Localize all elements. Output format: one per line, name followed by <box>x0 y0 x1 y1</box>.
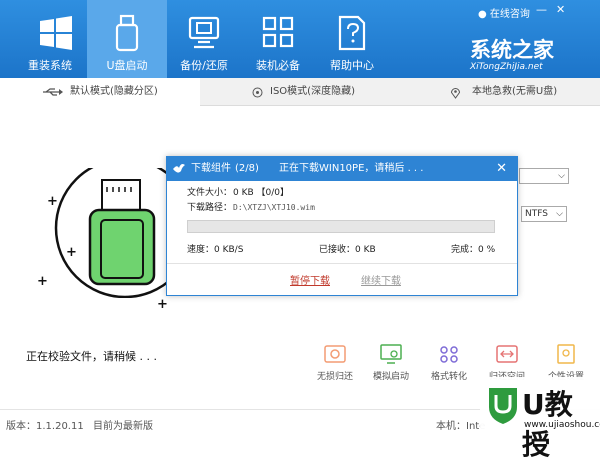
usb-drive-icon <box>115 14 139 52</box>
format-select[interactable]: NTFS ⌵ <box>521 206 567 222</box>
return-space-icon <box>496 345 518 363</box>
help-document-icon <box>338 15 366 51</box>
download-dialog: 下载组件 (2/8) 正在下载WIN10PE，请稍后 . . . ✕ 文件大小：… <box>166 156 518 296</box>
pause-download-button[interactable]: 暂停下载 <box>290 272 330 287</box>
backup-restore-icon <box>188 16 220 49</box>
watermark-url: www.ujiaoshou.com <box>524 420 600 430</box>
download-progress-bar <box>187 220 495 233</box>
action-format-convert[interactable]: 格式转化 <box>419 344 479 382</box>
tab-local-rescue[interactable]: 本地急救(无需U盘) <box>400 78 600 106</box>
chevron-down-icon: ⌵ <box>556 209 563 219</box>
version-text: 版本：1.1.20.11 <box>6 421 84 432</box>
watermark: U教授 www.ujiaoshou.com <box>480 377 600 461</box>
bird-icon <box>173 164 185 173</box>
window-controls: —✕ <box>536 3 574 16</box>
action-lossless-restore[interactable]: 无损归还 <box>305 344 365 382</box>
received-text: 已接收：0 KB <box>319 245 376 255</box>
nav-label: U盘启动 <box>106 59 148 72</box>
decor-plus: + <box>37 274 48 289</box>
nav-label: 备份/还原 <box>180 59 228 72</box>
nav-help-center[interactable]: 帮助中心 <box>312 0 392 78</box>
decor-plus: + <box>66 245 77 260</box>
nav-label: 重装系统 <box>28 59 72 72</box>
nav-install-essentials[interactable]: 装机必备 <box>238 0 318 78</box>
close-icon[interactable]: ✕ <box>556 3 574 16</box>
minimize-icon[interactable]: — <box>536 3 556 16</box>
latest-status: 目前为最新版 <box>93 421 153 432</box>
brand-url: XiTongZhiJia.net <box>470 62 543 72</box>
nav-reinstall-system[interactable]: 重装系统 <box>10 0 90 78</box>
speed-text: 速度：0 KB/S <box>187 245 244 255</box>
mode-tabs: 默认模式(隐藏分区) ISO模式(深度隐藏) 本地急救(无需U盘) <box>0 78 600 107</box>
simulate-boot-icon <box>380 344 402 364</box>
dialog-divider <box>167 263 517 264</box>
chevron-down-icon: ⌵ <box>558 171 565 181</box>
personal-settings-icon <box>557 344 575 364</box>
top-bar: 重装系统 U盘启动 备份/还原 装机必备 帮助中心 ● 在线咨询 —✕ 系统之家… <box>0 0 600 78</box>
nav-label: 装机必备 <box>256 59 300 72</box>
nav-backup-restore[interactable]: 备份/还原 <box>164 0 244 78</box>
decor-plus: + <box>47 194 58 209</box>
brand-logo-text: 系统之家 <box>470 38 554 62</box>
status-text: 正在校验文件，请稍候 . . . <box>26 350 157 363</box>
tab-iso-mode[interactable]: ISO模式(深度隐藏) <box>200 78 400 106</box>
disc-icon <box>252 87 263 98</box>
dialog-message: 正在下载WIN10PE，请稍后 . . . <box>279 163 424 174</box>
tab-default-mode[interactable]: 默认模式(隐藏分区) <box>0 78 200 107</box>
machine-info: 本机：Inte <box>436 421 486 432</box>
file-size-label: 文件大小： <box>187 188 233 198</box>
dialog-title: 下载组件 <box>191 163 231 174</box>
download-path-label: 下载路径： <box>187 203 233 213</box>
apps-grid-icon <box>262 16 294 48</box>
usb-device-select[interactable]: ⌵ <box>519 168 569 184</box>
watermark-logo-icon <box>489 388 517 424</box>
completed-text: 完成：0 % <box>451 245 496 255</box>
format-convert-icon <box>440 346 458 363</box>
nav-label: 帮助中心 <box>330 59 374 72</box>
dialog-progress-count: (2/8) <box>235 163 259 174</box>
usb-icon <box>43 88 63 96</box>
decor-plus: + <box>157 297 168 312</box>
user-icon: ● <box>478 9 487 20</box>
online-consult-link[interactable]: ● 在线咨询 <box>478 5 530 20</box>
file-size-value: 0 KB 【0/0】 <box>233 188 290 198</box>
windows-logo-icon <box>40 16 72 50</box>
download-path-value: D:\XTZJ\XTJ10.wim <box>233 203 315 212</box>
resume-download-button[interactable]: 继续下载 <box>361 272 401 287</box>
close-icon[interactable]: ✕ <box>496 157 507 181</box>
nav-usb-boot[interactable]: U盘启动 <box>87 0 167 78</box>
action-simulate-boot[interactable]: 模拟启动 <box>361 344 421 382</box>
restore-icon <box>324 345 346 363</box>
dialog-title-bar: 下载组件 (2/8) 正在下载WIN10PE，请稍后 . . . ✕ <box>167 157 517 181</box>
location-pin-icon <box>450 88 461 99</box>
